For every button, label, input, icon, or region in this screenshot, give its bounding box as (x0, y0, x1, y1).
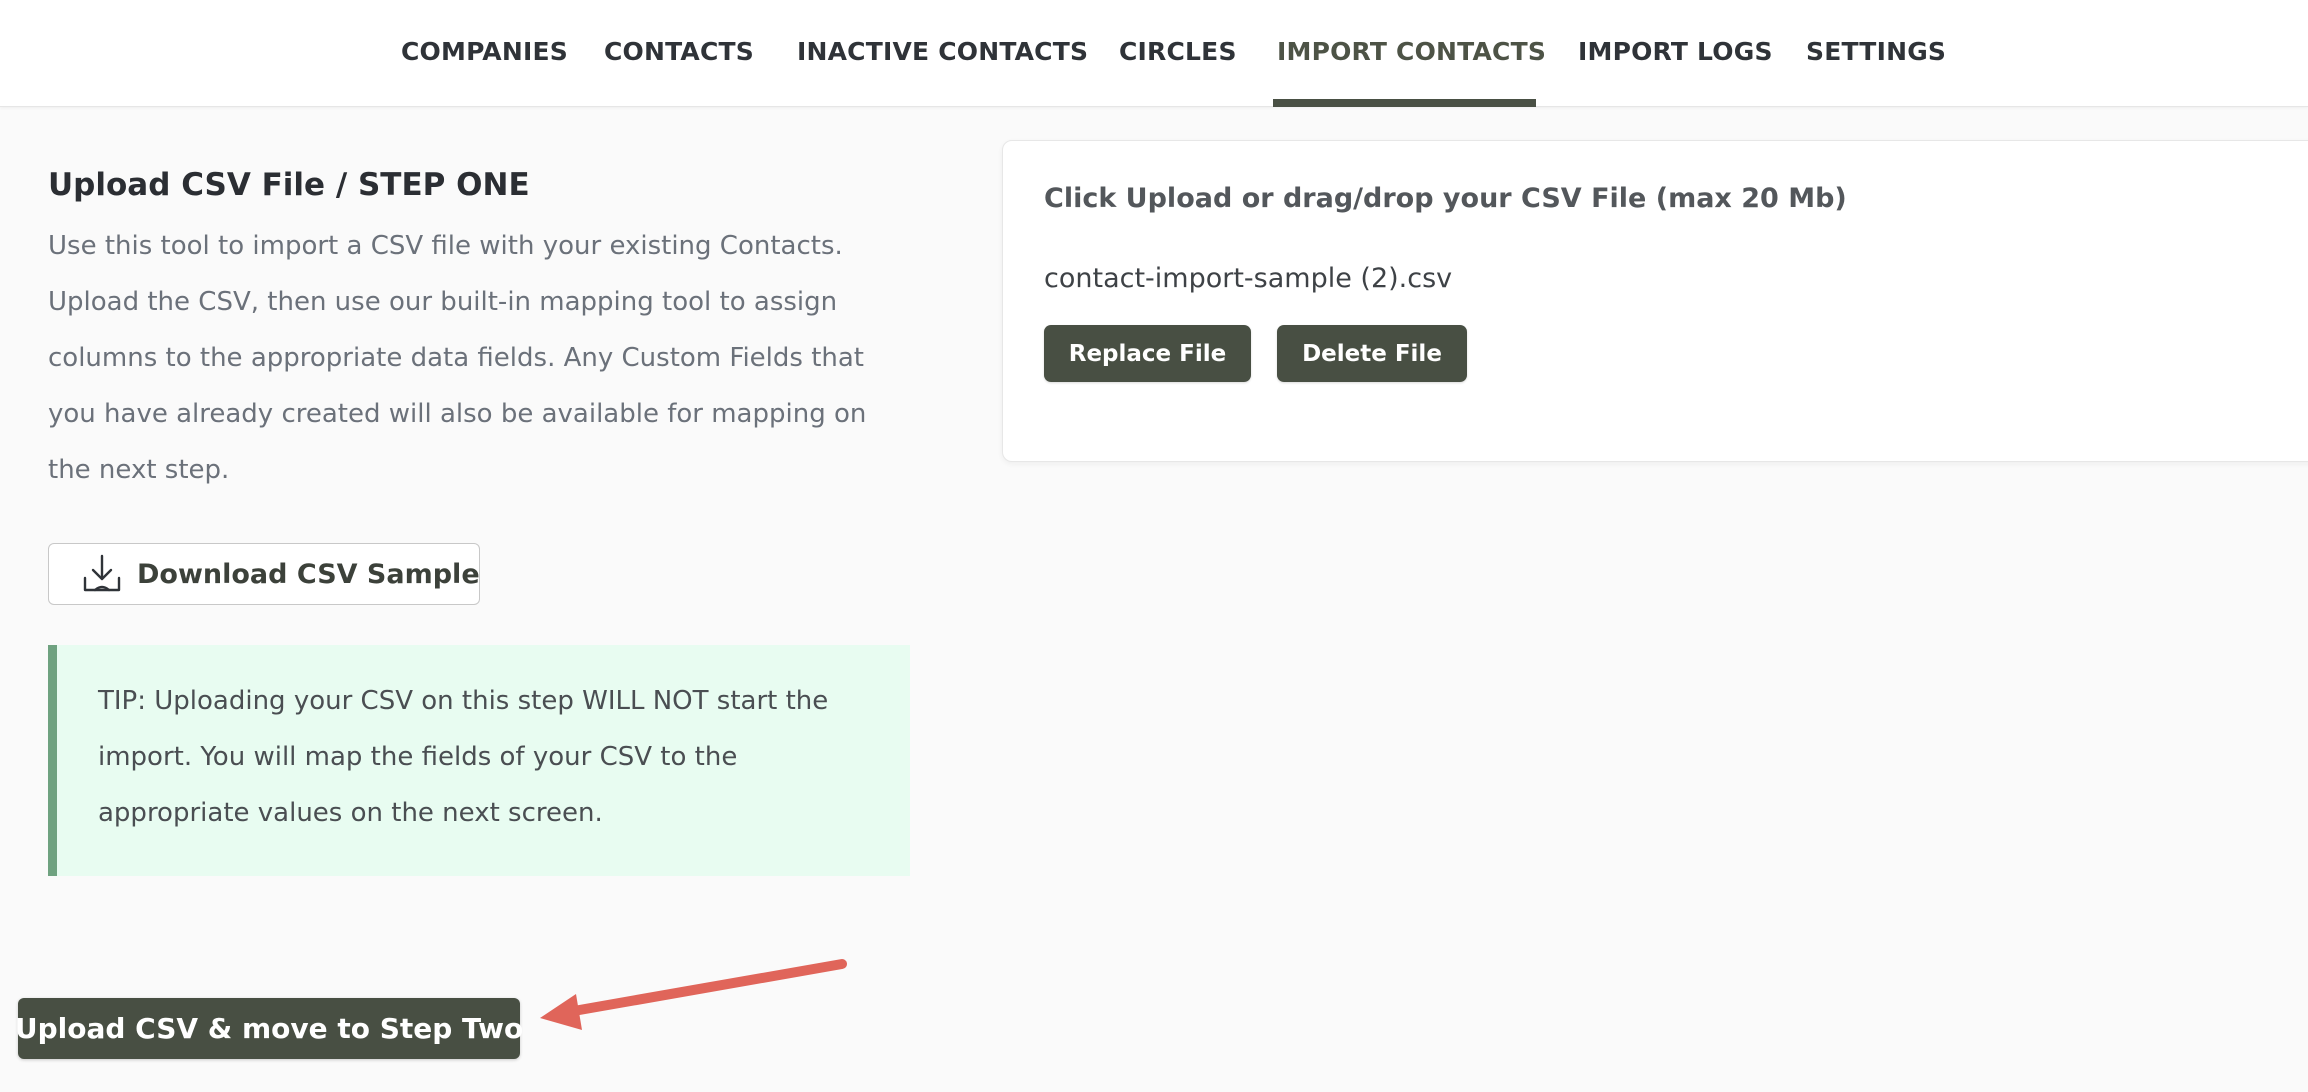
upload-heading: Click Upload or drag/drop your CSV File … (1044, 183, 1847, 214)
download-csv-sample-label: Download CSV Sample (137, 558, 480, 590)
tab-import-logs[interactable]: IMPORT LOGS (1578, 0, 1773, 106)
tip-text: TIP: Uploading your CSV on this step WIL… (98, 686, 829, 828)
tab-import-contacts[interactable]: IMPORT CONTACTS (1277, 0, 1546, 106)
tab-companies[interactable]: COMPANIES (401, 0, 568, 106)
uploaded-file-name: contact-import-sample (2).csv (1044, 263, 1453, 294)
top-navigation: COMPANIES CONTACTS INACTIVE CONTACTS CIR… (0, 0, 2308, 107)
step-description: Use this tool to import a CSV file with … (48, 231, 867, 485)
tab-settings[interactable]: SETTINGS (1806, 0, 1946, 106)
active-tab-indicator (1273, 99, 1536, 107)
download-csv-sample-button[interactable]: Download CSV Sample (48, 543, 480, 605)
delete-file-button[interactable]: Delete File (1277, 325, 1467, 382)
replace-file-button[interactable]: Replace File (1044, 325, 1251, 382)
tab-circles[interactable]: CIRCLES (1119, 0, 1237, 106)
upload-dropzone-card[interactable]: Click Upload or drag/drop your CSV File … (1002, 140, 2308, 462)
annotation-arrow-icon (540, 959, 847, 1030)
tab-contacts[interactable]: CONTACTS (604, 0, 754, 106)
tip-box: TIP: Uploading your CSV on this step WIL… (48, 645, 910, 876)
step-title: Upload CSV File / STEP ONE (48, 167, 530, 203)
instructions-panel: Upload CSV File / STEP ONE Use this tool… (48, 160, 910, 876)
download-tray-icon (81, 553, 123, 595)
tab-inactive-contacts[interactable]: INACTIVE CONTACTS (797, 0, 1088, 106)
upload-csv-next-step-button[interactable]: Upload CSV & move to Step Two (15, 998, 523, 1059)
